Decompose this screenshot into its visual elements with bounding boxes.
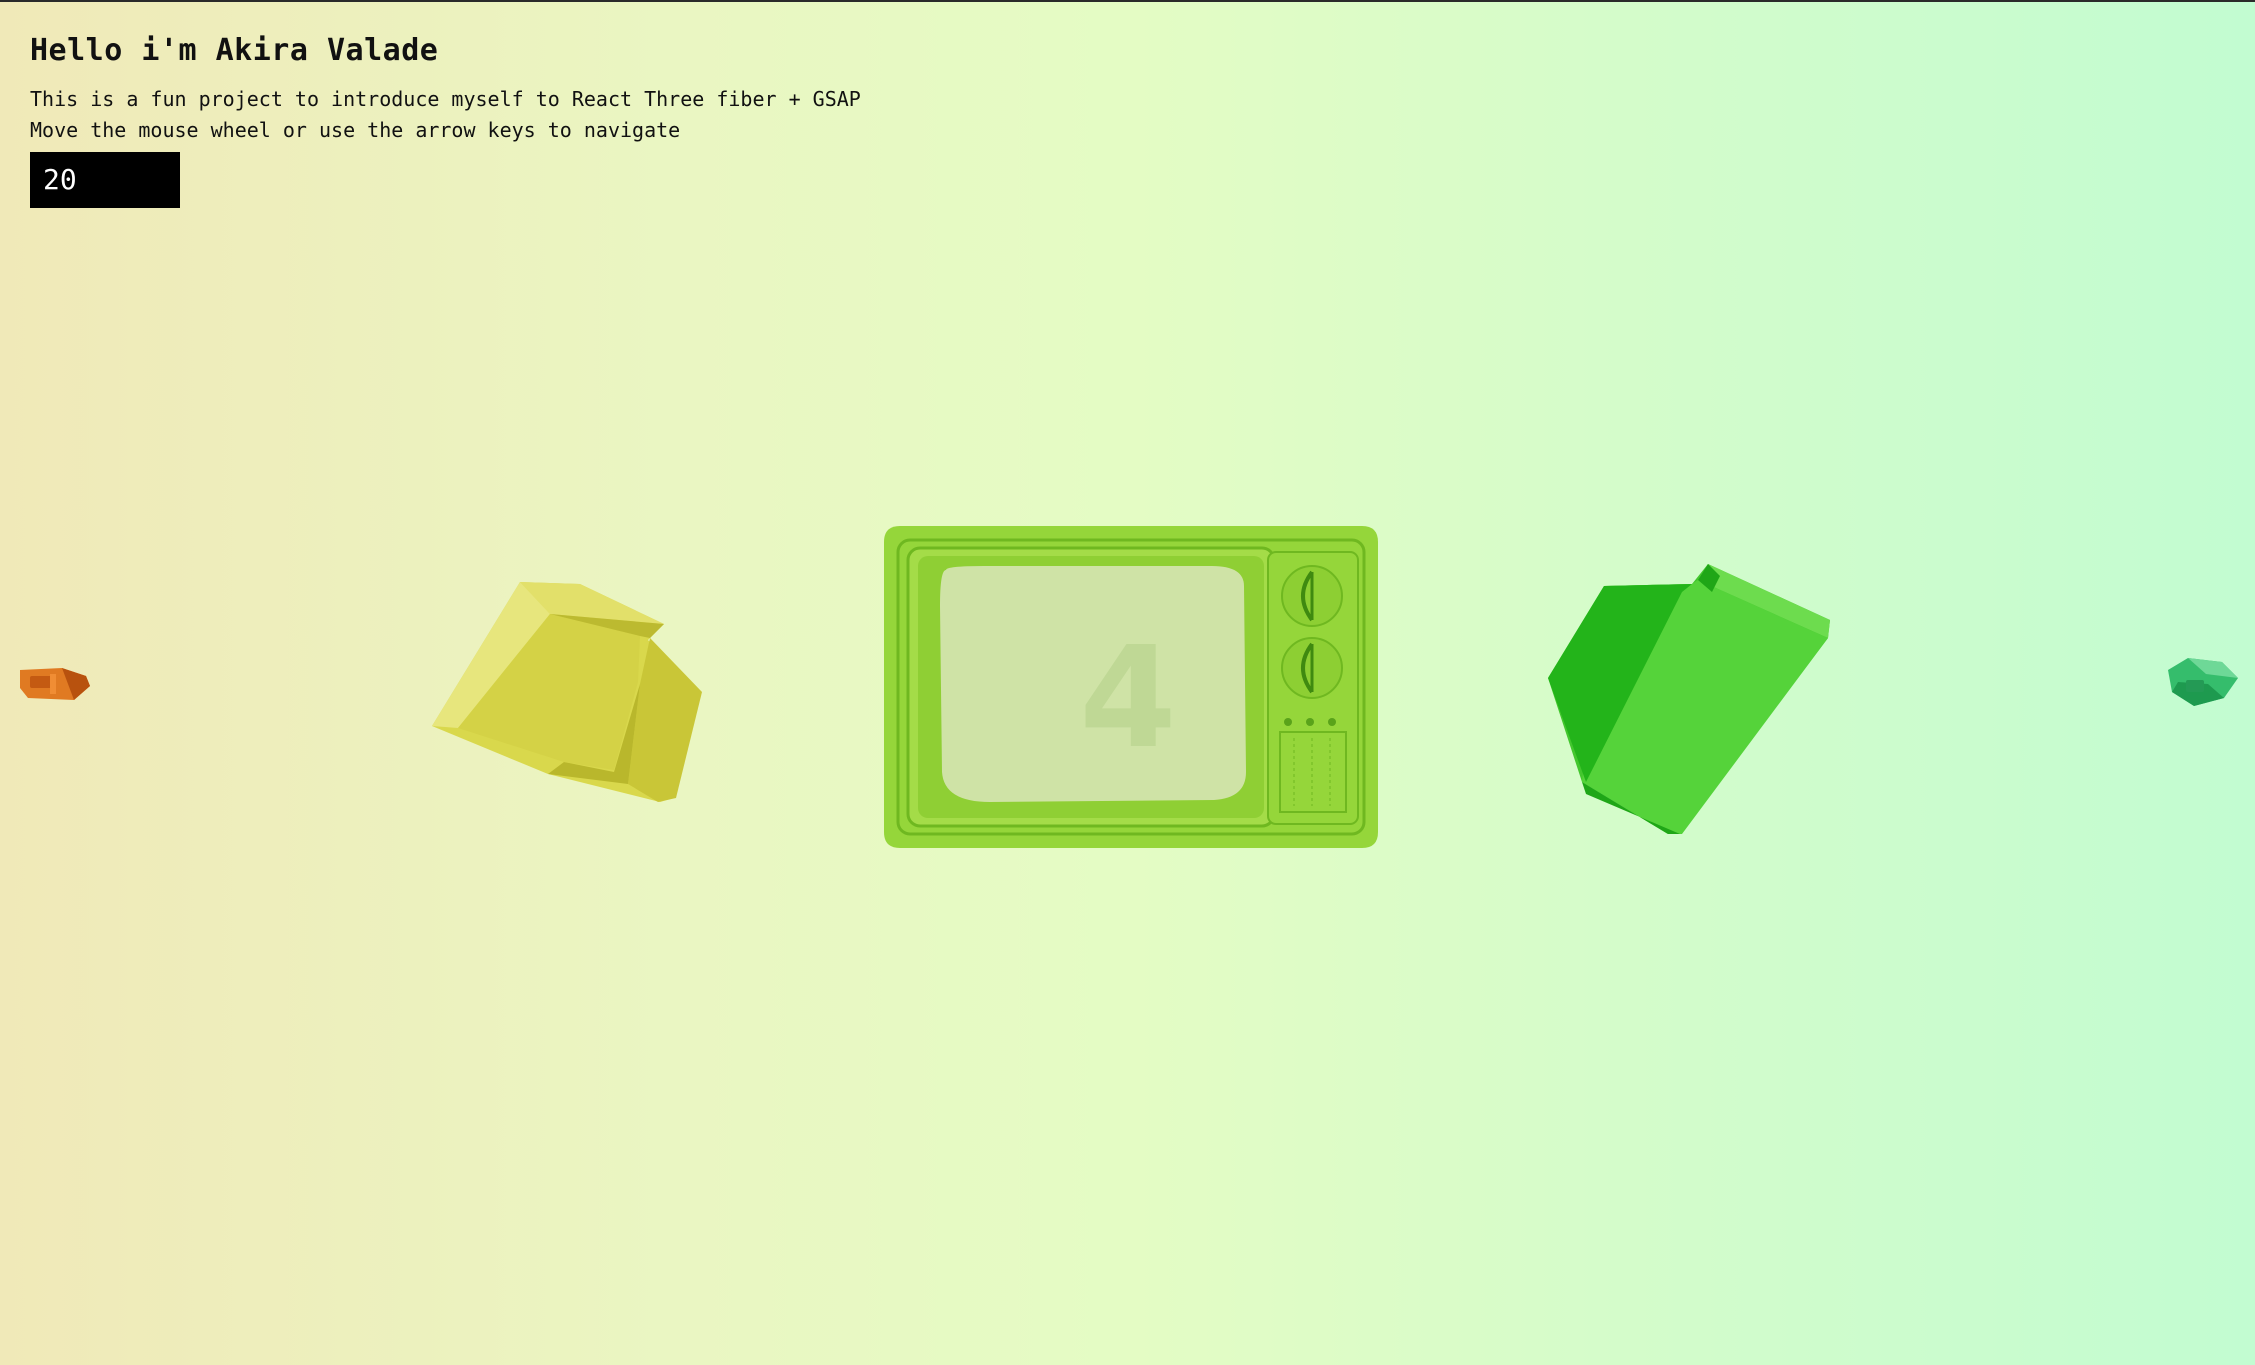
tv-carousel[interactable]: 4: [0, 0, 2255, 1365]
center-tv-model[interactable]: 4: [884, 526, 1378, 848]
green-tv-model[interactable]: [1542, 562, 1832, 838]
orange-tv-model[interactable]: [16, 664, 96, 708]
yellow-tv-model[interactable]: [428, 576, 708, 806]
emerald-tv-model[interactable]: [2164, 654, 2240, 710]
tv-screen-number: 4: [1079, 617, 1176, 780]
